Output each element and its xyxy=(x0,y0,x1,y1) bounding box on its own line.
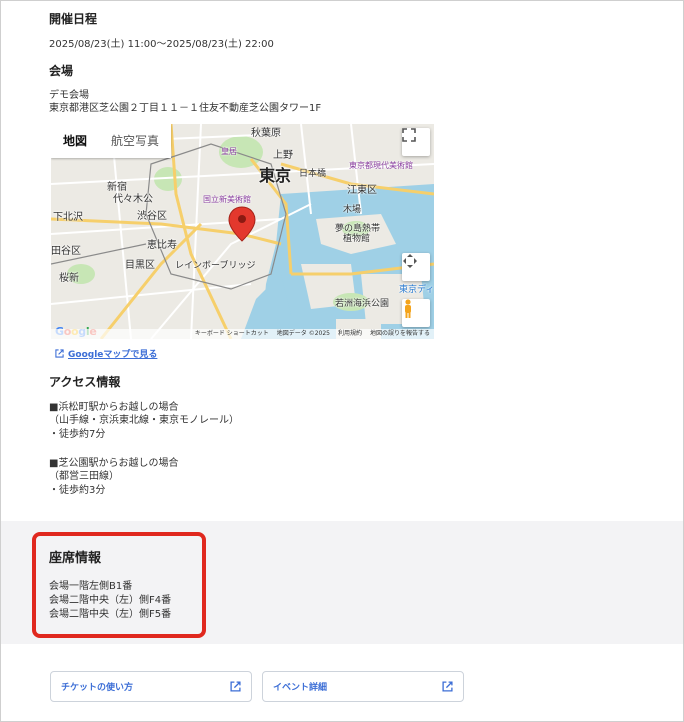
venue-heading: 会場 xyxy=(49,64,74,78)
page-frame: 開催日程 2025/08/23(土) 11:00〜2025/08/23(土) 2… xyxy=(0,0,684,722)
fullscreen-button[interactable] xyxy=(402,128,430,156)
access-line: ・徒歩約7分 xyxy=(49,429,106,440)
street-view-button[interactable] xyxy=(402,299,430,327)
seat-item: 会場二階中央（左）側F5番 xyxy=(49,609,172,620)
map-label-kitashina: 下北沢 xyxy=(53,212,83,223)
map-tab-map[interactable]: 地図 xyxy=(51,124,99,158)
map-label-koto: 江東区 xyxy=(347,185,377,196)
map-label-nihonbashi: 日本橋 xyxy=(299,169,327,179)
map-label-setagaya: 田谷区 xyxy=(51,246,81,257)
google-maps-link-label: Googleマップで見る xyxy=(68,350,158,360)
map-poi-kokai: 皇居 xyxy=(221,147,237,156)
map-label-meguro: 目黒区 xyxy=(125,260,155,271)
map-type-tabs: 地図 航空写真 xyxy=(51,124,172,158)
map-label-kiba: 木場 xyxy=(343,205,362,215)
seat-item: 会場二階中央（左）側F4番 xyxy=(49,595,172,606)
map-footer-shortcuts[interactable]: キーボード ショートカット xyxy=(195,329,269,339)
map-label-wakasu: 若洲海浜公園 xyxy=(335,299,390,309)
seat-heading: 座席情報 xyxy=(49,551,102,566)
ticket-usage-label: チケットの使い方 xyxy=(61,683,134,693)
map-poi-moma: 東京都現代美術館 xyxy=(349,161,413,170)
map-label-ebisu: 恵比寿 xyxy=(147,240,177,251)
external-link-icon xyxy=(230,681,241,692)
embedded-map[interactable]: 東京 江東区 渋谷区 目黒区 田谷区 秋葉原 上野 新宿 代々木公 下北沢 桜新… xyxy=(51,124,434,339)
schedule-heading: 開催日程 xyxy=(49,12,98,26)
ticket-usage-button[interactable]: チケットの使い方 xyxy=(50,671,252,702)
pegman-icon xyxy=(405,299,411,318)
event-detail-label: イベント詳細 xyxy=(273,683,328,693)
map-label-kasai: 東京ディ xyxy=(399,285,434,295)
schedule-datetime: 2025/08/23(土) 11:00〜2025/08/23(土) 22:00 xyxy=(49,39,274,50)
move-arrows-icon xyxy=(403,254,417,268)
map-label-sakurashin: 桜新 xyxy=(59,273,79,284)
map-footer-data: 地図データ ©2025 xyxy=(276,330,330,337)
map-pan-control[interactable] xyxy=(402,253,430,281)
fullscreen-icon xyxy=(402,128,416,142)
map-label-rainbow: レインボーブリッジ xyxy=(175,261,256,271)
map-label-ueno: 上野 xyxy=(273,150,293,161)
map-poi-kokuritsu: 国立新美術館 xyxy=(203,195,251,204)
google-maps-link[interactable]: Googleマップで見る xyxy=(55,347,157,360)
access-heading: アクセス情報 xyxy=(49,375,121,389)
map-label-yume2: 植物館 xyxy=(343,234,371,244)
venue-address: 東京都港区芝公園２丁目１１－１住友不動産芝公園タワー1F xyxy=(49,103,322,114)
access-line: （都営三田線） xyxy=(49,471,119,482)
event-detail-button[interactable]: イベント詳細 xyxy=(262,671,464,702)
external-link-icon xyxy=(55,349,64,358)
map-label-tokyo: 東京 xyxy=(259,166,292,185)
access-line: ・徒歩約3分 xyxy=(49,485,106,496)
map-attribution: キーボード ショートカット 地図データ ©2025 利用規約 地図の誤りを報告す… xyxy=(51,329,434,339)
map-label-shibuya: 渋谷区 xyxy=(137,211,167,222)
map-tab-satellite[interactable]: 航空写真 xyxy=(99,124,171,158)
seat-item: 会場一階左側B1番 xyxy=(49,581,133,592)
map-footer-report[interactable]: 地図の誤りを報告する xyxy=(370,329,430,339)
map-label-akihabara: 秋葉原 xyxy=(251,128,281,139)
access-line: （山手線・京浜東北線・東京モノレール） xyxy=(49,415,239,426)
external-link-icon xyxy=(442,681,453,692)
map-footer-terms[interactable]: 利用規約 xyxy=(338,329,362,339)
map-label-yoyogi: 代々木公 xyxy=(113,194,153,205)
